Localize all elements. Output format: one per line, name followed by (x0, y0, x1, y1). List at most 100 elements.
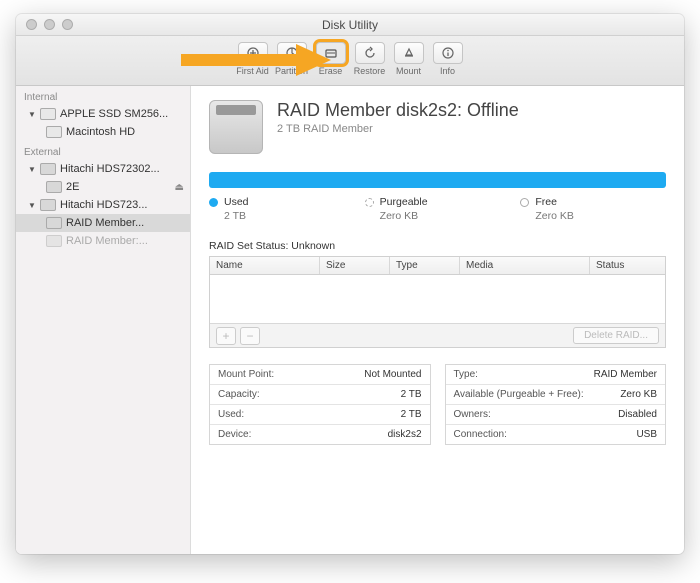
legend-value: 2 TB (209, 210, 355, 222)
sidebar-item-hitachi-1[interactable]: ▼ Hitachi HDS72302... (16, 160, 190, 178)
sidebar-item-label: Hitachi HDS723... (60, 199, 147, 211)
sidebar-item-hitachi-2[interactable]: ▼ Hitachi HDS723... (16, 196, 190, 214)
table-header: Name Size Type Media Status (210, 257, 665, 275)
connection-key: Connection: (454, 429, 507, 440)
disclosure-triangle-icon[interactable]: ▼ (28, 201, 36, 209)
volume-icon (46, 235, 62, 247)
body: Internal ▼ APPLE SSD SM256... Macintosh H… (16, 86, 684, 554)
disk-utility-window: Disk Utility First Aid Partition Erase R… (16, 14, 684, 554)
drive-icon (40, 199, 56, 211)
swatch-free (520, 198, 529, 207)
titlebar: Disk Utility (16, 14, 684, 36)
owners-key: Owners: (454, 409, 491, 420)
toolbar: First Aid Partition Erase Restore Mount … (16, 36, 684, 86)
sidebar-item-label: APPLE SSD SM256... (60, 108, 168, 120)
remove-button[interactable]: − (240, 327, 260, 345)
col-media[interactable]: Media (460, 257, 590, 274)
capacity-key: Capacity: (218, 389, 260, 400)
sidebar-item-2e[interactable]: 2E ⏏ (16, 178, 190, 196)
col-size[interactable]: Size (320, 257, 390, 274)
mount-label: Mount (396, 66, 421, 76)
usage-bar (209, 172, 666, 188)
disk-icon (209, 100, 263, 154)
legend-label: Free (535, 196, 557, 208)
avail-val: Zero KB (620, 389, 657, 400)
col-type[interactable]: Type (390, 257, 460, 274)
window-controls (26, 19, 73, 30)
sidebar-item-raid-member-1[interactable]: RAID Member... (16, 214, 190, 232)
sidebar-item-macintosh-hd[interactable]: Macintosh HD (16, 123, 190, 141)
avail-key: Available (Purgeable + Free): (454, 389, 584, 400)
type-val: RAID Member (594, 369, 657, 380)
volume-header: RAID Member disk2s2: Offline 2 TB RAID M… (209, 100, 666, 154)
col-status[interactable]: Status (590, 257, 665, 274)
window-title: Disk Utility (16, 18, 684, 32)
erase-button[interactable]: Erase (313, 42, 348, 76)
eject-icon[interactable]: ⏏ (175, 182, 184, 193)
usage-legend: Used 2 TB Purgeable Zero KB Free Zero KB (209, 196, 666, 222)
first-aid-label: First Aid (236, 66, 269, 76)
drive-icon (40, 163, 56, 175)
drive-icon (40, 108, 56, 120)
table-footer: + − Delete RAID... (210, 323, 665, 347)
volume-subtitle: 2 TB RAID Member (277, 123, 519, 135)
add-button[interactable]: + (216, 327, 236, 345)
info-right: Type: RAID Member Available (Purgeable + … (445, 364, 667, 445)
erase-label: Erase (319, 66, 343, 76)
legend-free: Free Zero KB (520, 196, 666, 222)
connection-val: USB (636, 429, 657, 440)
sidebar-section-external: External (16, 141, 190, 160)
type-key: Type: (454, 369, 478, 380)
sidebar-item-label: RAID Member... (66, 217, 144, 229)
volume-icon (46, 181, 62, 193)
mount-point-val: Not Mounted (364, 369, 421, 380)
legend-label: Used (224, 196, 249, 208)
sidebar-item-apple-ssd[interactable]: ▼ APPLE SSD SM256... (16, 105, 190, 123)
swatch-used (209, 198, 218, 207)
table-body-empty (210, 275, 665, 323)
info-left: Mount Point: Not Mounted Capacity: 2 TB Us… (209, 364, 431, 445)
volume-icon (46, 217, 62, 229)
sidebar-section-internal: Internal (16, 86, 190, 105)
device-val: disk2s2 (388, 429, 422, 440)
device-key: Device: (218, 429, 251, 440)
sidebar-item-raid-member-2[interactable]: RAID Member:... (16, 232, 190, 250)
raid-status-label: RAID Set Status: Unknown (209, 240, 666, 252)
legend-used: Used 2 TB (209, 196, 355, 222)
sidebar-item-label: RAID Member:... (66, 235, 148, 247)
mount-button[interactable]: Mount (391, 42, 426, 76)
partition-button[interactable]: Partition (274, 42, 309, 76)
delete-raid-button[interactable]: Delete RAID... (573, 327, 659, 344)
restore-label: Restore (354, 66, 386, 76)
legend-label: Purgeable (380, 196, 428, 208)
used-key: Used: (218, 409, 244, 420)
sidebar-item-label: Macintosh HD (66, 126, 135, 138)
info-label: Info (440, 66, 455, 76)
volume-title: RAID Member disk2s2: Offline (277, 100, 519, 121)
disclosure-triangle-icon[interactable]: ▼ (28, 165, 36, 173)
content: RAID Member disk2s2: Offline 2 TB RAID M… (191, 86, 684, 554)
close-window-button[interactable] (26, 19, 37, 30)
owners-val: Disabled (618, 409, 657, 420)
volume-icon (46, 126, 62, 138)
sidebar-item-label: 2E (66, 181, 79, 193)
minimize-window-button[interactable] (44, 19, 55, 30)
first-aid-button[interactable]: First Aid (235, 42, 270, 76)
raid-set-table: Name Size Type Media Status + − Delete R… (209, 256, 666, 348)
sidebar: Internal ▼ APPLE SSD SM256... Macintosh H… (16, 86, 191, 554)
legend-value: Zero KB (365, 210, 511, 222)
sidebar-item-label: Hitachi HDS72302... (60, 163, 160, 175)
zoom-window-button[interactable] (62, 19, 73, 30)
used-val: 2 TB (401, 409, 422, 420)
info-button[interactable]: Info (430, 42, 465, 76)
legend-value: Zero KB (520, 210, 666, 222)
legend-purgeable: Purgeable Zero KB (365, 196, 511, 222)
col-name[interactable]: Name (210, 257, 320, 274)
swatch-purgeable (365, 198, 374, 207)
info-panel: Mount Point: Not Mounted Capacity: 2 TB Us… (209, 364, 666, 445)
capacity-val: 2 TB (401, 389, 422, 400)
partition-label: Partition (275, 66, 308, 76)
restore-button[interactable]: Restore (352, 42, 387, 76)
mount-point-key: Mount Point: (218, 369, 274, 380)
disclosure-triangle-icon[interactable]: ▼ (28, 110, 36, 118)
